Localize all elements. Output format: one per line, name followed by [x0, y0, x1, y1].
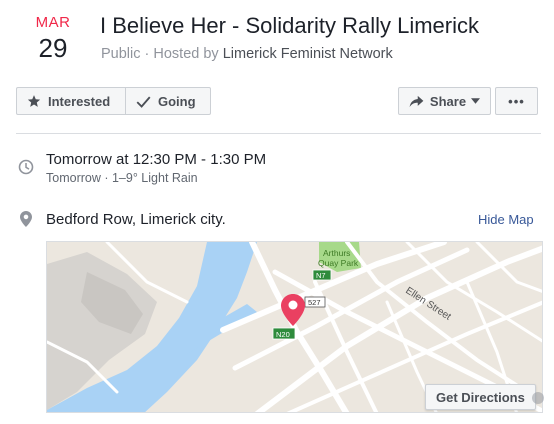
section-divider: [16, 133, 541, 134]
scroll-indicator: [532, 392, 544, 404]
road-badge-n20: N20: [272, 327, 296, 340]
event-day: 29: [38, 33, 68, 63]
event-subtitle: Public · Hosted by Limerick Feminist Net…: [101, 46, 393, 62]
privacy-label: Public: [101, 46, 141, 62]
map-park-label-line1: Arthurs: [323, 248, 350, 258]
share-arrow-icon: [409, 95, 424, 107]
event-location[interactable]: Bedford Row, Limerick city.: [46, 211, 226, 228]
share-label: Share: [429, 93, 467, 109]
more-options-button[interactable]: •••: [495, 87, 538, 115]
road-badge-n7: N7: [312, 269, 332, 281]
hide-map-link[interactable]: Hide Map: [478, 212, 534, 227]
road-r527-label: 527: [308, 298, 321, 307]
event-time: Tomorrow at 12:30 PM - 1:30 PM: [46, 151, 267, 168]
host-link[interactable]: Limerick Feminist Network: [223, 46, 393, 62]
get-directions-button[interactable]: Get Directions: [425, 384, 536, 410]
location-pin-icon: [20, 211, 32, 227]
going-label: Going: [158, 93, 196, 109]
road-n20-label: N20: [276, 330, 290, 339]
clock-icon: [18, 159, 34, 175]
hosted-by-prefix: Hosted by: [153, 46, 219, 62]
event-month: MAR: [35, 14, 71, 31]
chevron-down-icon: [471, 98, 481, 104]
road-badge-r527: 527: [304, 296, 326, 308]
event-weather: Tomorrow · 1–9° Light Rain: [46, 171, 198, 185]
map-park-label-line2: Quay Park: [318, 258, 359, 268]
road-n7-label: N7: [316, 271, 326, 280]
checkmark-icon: [136, 96, 151, 108]
going-button[interactable]: Going: [125, 88, 210, 114]
share-button[interactable]: Share: [398, 87, 491, 115]
more-options-icon: •••: [508, 93, 525, 109]
interested-button[interactable]: Interested: [17, 88, 125, 114]
rsvp-button-group: Interested Going: [16, 87, 211, 115]
star-icon: [27, 95, 41, 107]
interested-label: Interested: [48, 93, 111, 109]
event-title: I Believe Her - Solidarity Rally Limeric…: [100, 13, 479, 38]
